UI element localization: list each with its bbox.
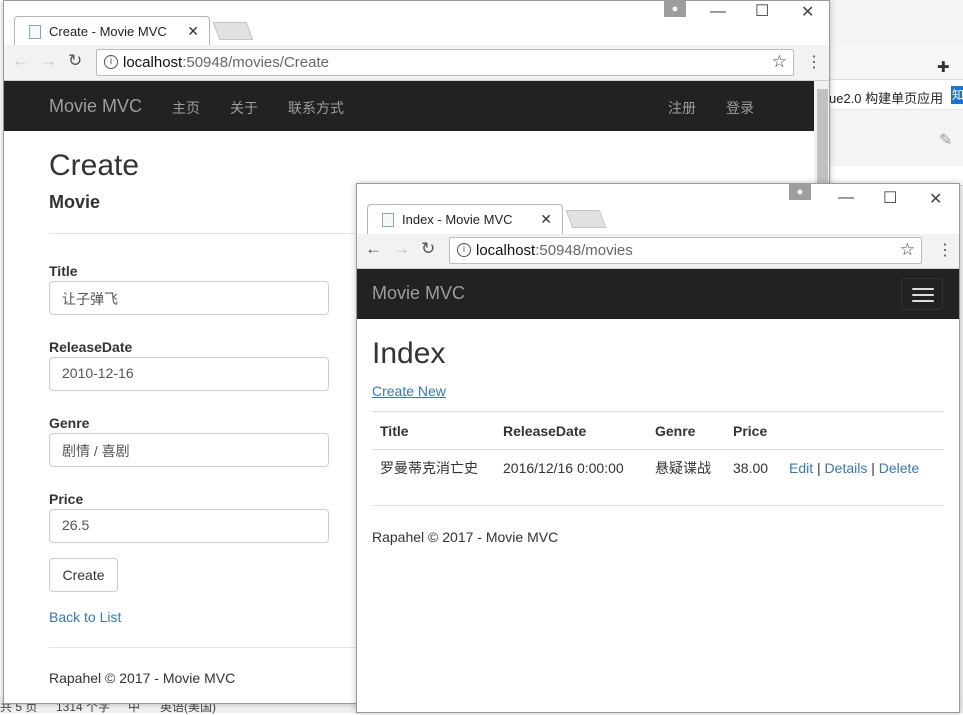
price-label: Price: [49, 491, 84, 507]
maximize-icon[interactable]: ☐: [883, 188, 897, 208]
details-link[interactable]: Details: [825, 460, 868, 476]
pencil-icon[interactable]: ✎: [939, 130, 952, 150]
genre-input[interactable]: 剧情 / 喜剧: [49, 433, 329, 467]
browser-toolbar: ← → ↻ i localhost:50948/movies ☆ ⋮: [357, 234, 959, 269]
title-bar: Create - Movie MVC ✕ ● — ☐ ✕: [4, 1, 829, 45]
new-tab-button[interactable]: [212, 22, 254, 40]
movies-table: Title ReleaseDate Genre Price 罗曼蒂克消亡史 20…: [372, 411, 944, 487]
profile-icon[interactable]: ●: [789, 184, 811, 200]
new-tab-button[interactable]: [565, 210, 607, 228]
menu-toggle-button[interactable]: [901, 278, 943, 310]
cell-release-date: 2016/12/16 0:00:00: [503, 460, 624, 477]
brand-link[interactable]: Movie MVC: [49, 96, 142, 117]
separator: |: [817, 460, 821, 477]
tab-title: Create - Movie MVC: [49, 24, 167, 39]
cell-genre: 悬疑谍战: [655, 460, 711, 477]
maximize-icon[interactable]: ☐: [755, 1, 769, 21]
release-date-label: ReleaseDate: [49, 339, 133, 355]
create-new-link[interactable]: Create New: [372, 383, 446, 399]
forward-icon[interactable]: →: [393, 239, 410, 259]
page-icon: [382, 213, 394, 227]
title-bar: Index - Movie MVC ✕ ● — ☐ ✕: [357, 184, 959, 234]
info-icon[interactable]: i: [104, 55, 118, 69]
close-window-icon[interactable]: ✕: [801, 2, 814, 22]
nav-register[interactable]: 注册: [668, 98, 696, 118]
browser-toolbar: ← → ↻ i localhost:50948/movies/Create ☆ …: [4, 45, 829, 81]
genre-label: Genre: [49, 415, 90, 431]
edit-link[interactable]: Edit: [789, 460, 813, 476]
address-bar[interactable]: i localhost:50948/movies/Create ☆: [96, 49, 794, 76]
close-tab-icon[interactable]: ✕: [187, 23, 199, 40]
header-genre: Genre: [647, 411, 725, 450]
header-title: Title: [372, 411, 495, 450]
profile-icon[interactable]: ●: [664, 1, 686, 17]
tab-index[interactable]: Index - Movie MVC ✕: [367, 204, 563, 234]
bookmark-badge[interactable]: 知: [951, 86, 963, 104]
url-path: :50948/movies/Create: [182, 54, 329, 71]
reload-icon[interactable]: ↻: [68, 51, 82, 71]
close-window-icon[interactable]: ✕: [929, 189, 942, 209]
menu-kebab-icon[interactable]: ⋮: [937, 240, 953, 260]
address-bar[interactable]: i localhost:50948/movies ☆: [449, 237, 922, 264]
page-title: Create: [49, 149, 140, 182]
divider: [49, 233, 369, 234]
back-to-list-link[interactable]: Back to List: [49, 609, 121, 625]
table-row: 罗曼蒂克消亡史 2016/12/16 0:00:00 悬疑谍战 38.00 Ed…: [372, 450, 944, 487]
tab-create[interactable]: Create - Movie MVC ✕: [14, 16, 210, 45]
create-button[interactable]: Create: [49, 558, 118, 592]
footer-text: Rapahel © 2017 - Movie MVC: [372, 529, 559, 545]
site-navbar: Movie MVC 主页 关于 联系方式 注册 登录: [4, 81, 829, 131]
price-input[interactable]: 26.5: [49, 509, 329, 543]
bookmark-item[interactable]: ue2.0 构建单页应用: [829, 88, 943, 107]
nav-contact[interactable]: 联系方式: [288, 98, 344, 118]
nav-login[interactable]: 登录: [726, 98, 754, 118]
extension-icon[interactable]: ✚: [937, 58, 950, 76]
brand-link[interactable]: Movie MVC: [372, 283, 465, 304]
footer-divider: [372, 505, 944, 506]
bookmark-star-icon[interactable]: ☆: [772, 52, 787, 72]
back-icon[interactable]: ←: [12, 51, 29, 71]
close-tab-icon[interactable]: ✕: [540, 211, 552, 228]
site-navbar: Movie MVC: [357, 269, 959, 319]
release-date-input[interactable]: 2010-12-16: [49, 357, 329, 391]
minimize-icon[interactable]: —: [838, 189, 854, 207]
url-host: localhost: [123, 54, 183, 71]
forward-icon[interactable]: →: [40, 51, 57, 71]
delete-link[interactable]: Delete: [879, 460, 919, 476]
separator: |: [871, 460, 875, 477]
cell-title: 罗曼蒂克消亡史: [380, 460, 478, 477]
browser-window-index: Index - Movie MVC ✕ ● — ☐ ✕ ← → ↻ i loca…: [356, 183, 960, 713]
header-price: Price: [725, 411, 781, 450]
header-release-date: ReleaseDate: [495, 411, 647, 450]
info-icon[interactable]: i: [457, 243, 471, 257]
menu-kebab-icon[interactable]: ⋮: [806, 52, 822, 72]
tab-title: Index - Movie MVC: [402, 212, 513, 227]
footer-divider: [49, 647, 369, 648]
title-label: Title: [49, 263, 78, 279]
header-actions: [781, 411, 944, 450]
cell-actions: Edit | Details | Delete: [781, 450, 944, 487]
page-title: Index: [372, 337, 446, 370]
nav-home[interactable]: 主页: [172, 98, 200, 118]
title-input[interactable]: 让子弹飞: [49, 281, 329, 315]
minimize-icon[interactable]: —: [710, 3, 726, 21]
page-subtitle: Movie: [49, 192, 101, 212]
url-text: localhost:50948/movies: [476, 242, 633, 259]
reload-icon[interactable]: ↻: [421, 239, 435, 259]
page-icon: [29, 25, 41, 39]
bookmark-star-icon[interactable]: ☆: [900, 240, 915, 260]
nav-about[interactable]: 关于: [230, 98, 258, 118]
url-path: :50948/movies: [535, 242, 633, 259]
cell-price: 38.00: [733, 460, 769, 477]
back-icon[interactable]: ←: [365, 239, 382, 259]
url-text: localhost:50948/movies/Create: [123, 54, 329, 71]
url-host: localhost: [476, 242, 536, 259]
footer-text: Rapahel © 2017 - Movie MVC: [49, 670, 236, 686]
table-header-row: Title ReleaseDate Genre Price: [372, 411, 944, 450]
